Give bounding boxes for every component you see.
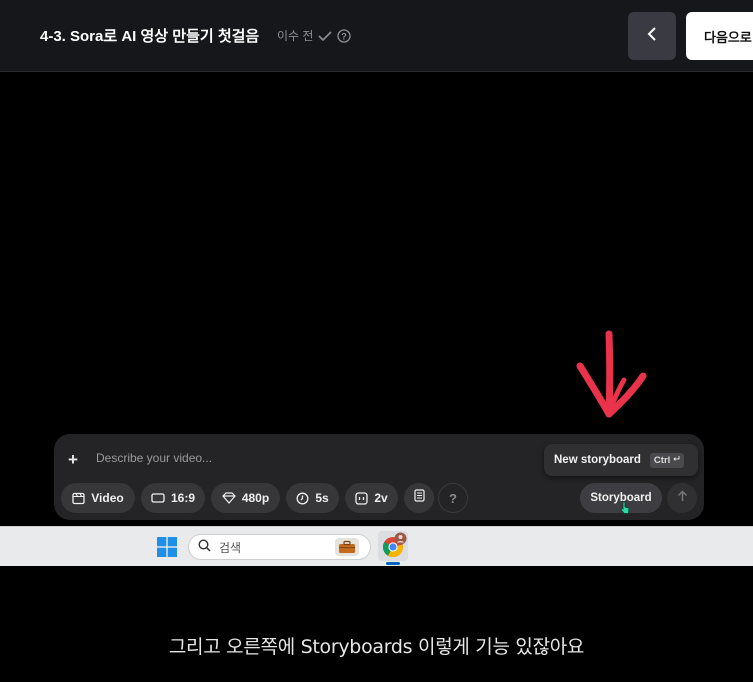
video-icon — [72, 492, 85, 505]
lesson-meta: 이수 전 ? — [277, 27, 352, 44]
tooltip-label: New storyboard — [554, 454, 641, 466]
hand-cursor-icon — [620, 501, 630, 520]
video-subtitle: 그리고 오른쪽에 Storyboards 이렇게 기능 있잖아요 — [168, 636, 585, 658]
presets-button[interactable] — [404, 483, 434, 513]
annotation-arrow-icon — [572, 330, 652, 427]
lesson-header: 4-3. Sora로 AI 영상 만들기 첫걸음 이수 전 ? 다음으로 — [0, 0, 753, 72]
aspect-ratio-chip[interactable]: 16:9 — [141, 483, 205, 513]
check-icon — [318, 30, 333, 42]
previous-button[interactable] — [628, 12, 676, 60]
variations-label: 2v — [374, 491, 388, 505]
aspect-ratio-label: 16:9 — [170, 491, 196, 505]
video-type-chip[interactable]: Video — [61, 483, 135, 513]
search-icon — [198, 539, 211, 555]
help-label: ? — [449, 490, 457, 506]
document-icon — [413, 489, 425, 507]
shortcut-label: Ctrl — [653, 454, 671, 466]
chevron-left-icon — [646, 26, 658, 47]
duration-chip[interactable]: 5s — [286, 483, 339, 513]
video-type-label: Video — [91, 491, 124, 505]
help-circle-icon[interactable]: ? — [337, 28, 352, 43]
shortcut-key: Ctrl — [649, 452, 685, 468]
help-button[interactable]: ? — [438, 483, 468, 513]
lesson-title: 4-3. Sora로 AI 영상 만들기 첫걸음 — [40, 28, 260, 45]
taskbar: 검색 — [0, 526, 753, 566]
variations-chip[interactable]: 2v — [345, 483, 398, 513]
windows-start-icon[interactable] — [157, 537, 177, 562]
page: 4-3. Sora로 AI 영상 만들기 첫걸음 이수 전 ? 다음으로 + D… — [0, 0, 753, 682]
new-storyboard-tooltip: New storyboard Ctrl — [544, 444, 698, 476]
diamond-icon — [221, 492, 236, 504]
svg-text:?: ? — [342, 31, 348, 41]
next-button[interactable]: 다음으로 — [686, 12, 753, 60]
search-label: 검색 — [219, 540, 242, 555]
author-name: 이수 전 — [277, 29, 314, 43]
duration-label: 5s — [315, 491, 329, 505]
submit-button[interactable] — [667, 483, 697, 513]
chrome-taskbar-button[interactable] — [378, 531, 408, 561]
variations-icon — [355, 491, 368, 505]
add-attachment-icon[interactable]: + — [68, 450, 78, 470]
resolution-chip[interactable]: 480p — [211, 483, 280, 513]
briefcase-icon — [334, 538, 360, 559]
clock-icon — [296, 492, 309, 505]
aspect-ratio-icon — [151, 493, 165, 503]
enter-key-icon — [672, 455, 680, 466]
resolution-label: 480p — [241, 491, 270, 505]
taskbar-search[interactable]: 검색 — [188, 534, 371, 560]
prompt-input[interactable] — [96, 451, 396, 465]
arrow-up-icon — [677, 489, 688, 507]
active-app-indicator — [386, 562, 400, 565]
profile-badge-icon — [394, 532, 407, 550]
